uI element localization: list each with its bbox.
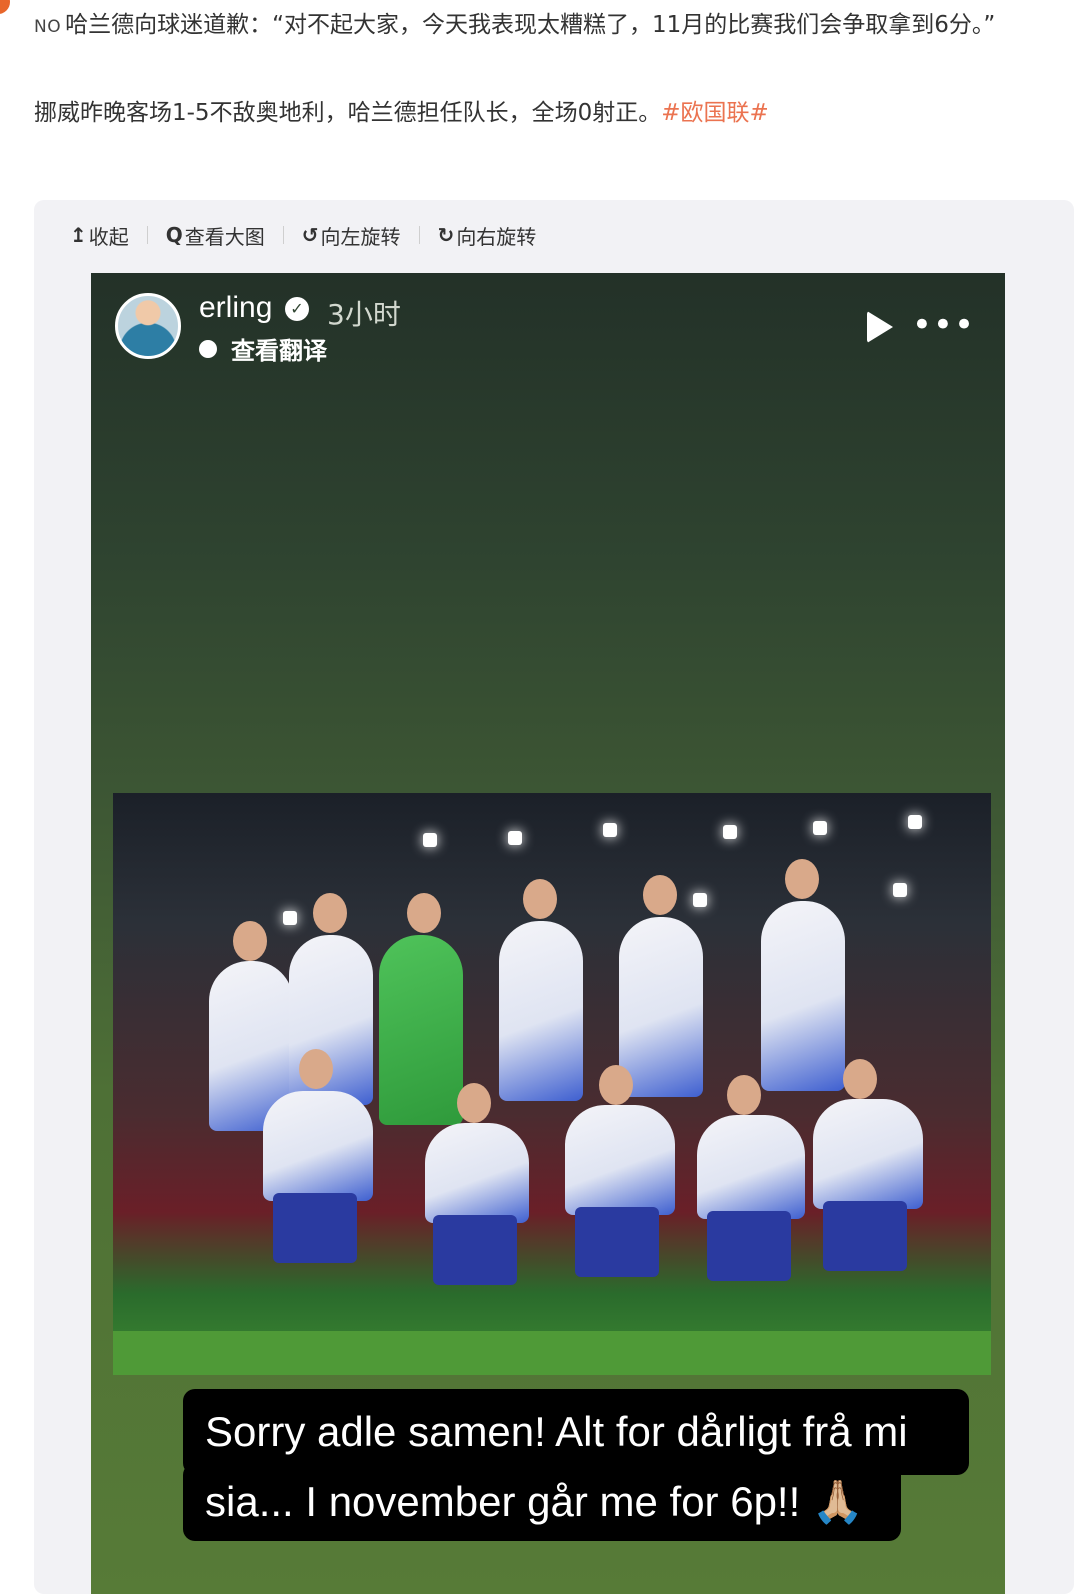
collapse-label: 收起	[88, 224, 129, 249]
speech-bubble-icon	[199, 339, 217, 358]
team-photo	[113, 793, 991, 1375]
player	[619, 917, 703, 1097]
toolbar-divider	[146, 226, 148, 244]
view-large-label: 查看大图	[184, 224, 265, 249]
post-line-1: 哈兰德向球迷道歉：“对不起大家，今天我表现太糟糕了，11月的比赛我们会争取拿到6…	[65, 12, 996, 38]
player-goalkeeper	[379, 935, 463, 1125]
post-line-2: 挪威昨晚客场1-5不敌奥地利，哈兰德担任队长，全场0射正。	[34, 100, 662, 126]
story-username: erling	[199, 291, 273, 324]
play-icon	[867, 311, 893, 343]
pitch-grass	[113, 1331, 991, 1375]
stadium-light	[893, 883, 907, 897]
player-head	[457, 1083, 491, 1123]
collapse-button[interactable]: ↥ 收起	[70, 221, 129, 250]
country-code: NO	[34, 17, 62, 37]
player-head	[727, 1075, 761, 1115]
view-large-button[interactable]: Q 查看大图	[166, 221, 265, 250]
rotate-right-icon: ↻	[437, 223, 455, 247]
rotate-right-label: 向右旋转	[456, 224, 537, 249]
stadium-light	[723, 825, 737, 839]
player-head	[233, 921, 267, 961]
player	[499, 921, 583, 1101]
stadium-light	[603, 823, 617, 837]
player	[761, 901, 845, 1091]
instagram-story-image[interactable]: erling ✓ 3小时 查看翻译 ••• Sorry adle samen! …	[91, 273, 1005, 1594]
player	[565, 1105, 675, 1215]
toolbar-divider	[282, 226, 284, 244]
player-head	[843, 1059, 877, 1099]
player	[263, 1091, 373, 1201]
player-shorts	[707, 1211, 791, 1281]
player	[813, 1099, 923, 1209]
story-avatar	[115, 293, 181, 359]
story-caption-line-2: sia... I november går me for 6p!! 🙏🏼	[183, 1463, 901, 1541]
translate-row: 查看翻译	[199, 331, 327, 366]
player-head	[299, 1049, 333, 1089]
story-time: 3小时	[327, 298, 401, 331]
rotate-right-button[interactable]: ↻ 向右旋转	[438, 221, 537, 250]
stadium-light	[283, 911, 297, 925]
player-head	[407, 893, 441, 933]
stadium-light	[813, 821, 827, 835]
stadium-light	[508, 831, 522, 845]
player-shorts	[575, 1207, 659, 1277]
player-head	[523, 879, 557, 919]
collapse-icon: ↥	[70, 223, 87, 247]
rotate-left-label: 向左旋转	[320, 224, 401, 249]
player	[425, 1123, 529, 1223]
rotate-left-button[interactable]: ↺ 向左旋转	[302, 221, 401, 250]
toolbar-divider	[418, 226, 420, 244]
post-text: NO 哈兰德向球迷道歉：“对不起大家，今天我表现太糟糕了，11月的比赛我们会争取拿…	[34, 2, 1074, 136]
player-shorts	[823, 1201, 907, 1271]
stadium-light	[423, 833, 437, 847]
player-head	[643, 875, 677, 915]
player	[697, 1115, 805, 1219]
search-icon: Q	[165, 223, 183, 247]
image-viewer-card: ↥ 收起 Q 查看大图 ↺ 向左旋转 ↻ 向右旋转 erling ✓ 3小时 查…	[34, 200, 1074, 1594]
post-paragraph-2: 挪威昨晚客场1-5不敌奥地利，哈兰德担任队长，全场0射正。#欧国联#	[34, 90, 1074, 136]
rotate-left-icon: ↺	[301, 223, 319, 247]
player-shorts	[273, 1193, 357, 1263]
player-head	[313, 893, 347, 933]
image-toolbar: ↥ 收起 Q 查看大图 ↺ 向左旋转 ↻ 向右旋转	[70, 218, 536, 252]
more-options-icon: •••	[911, 305, 975, 345]
author-avatar[interactable]	[0, 0, 10, 14]
topic-link[interactable]: #欧国联#	[661, 100, 769, 126]
stadium-light	[693, 893, 707, 907]
player-shorts	[433, 1215, 517, 1285]
player-head	[785, 859, 819, 899]
post-paragraph-1: NO 哈兰德向球迷道歉：“对不起大家，今天我表现太糟糕了，11月的比赛我们会争取拿…	[34, 2, 1074, 50]
verified-badge-icon: ✓	[285, 297, 309, 321]
player-head	[599, 1065, 633, 1105]
stadium-light	[908, 815, 922, 829]
translate-label: 查看翻译	[231, 337, 327, 365]
